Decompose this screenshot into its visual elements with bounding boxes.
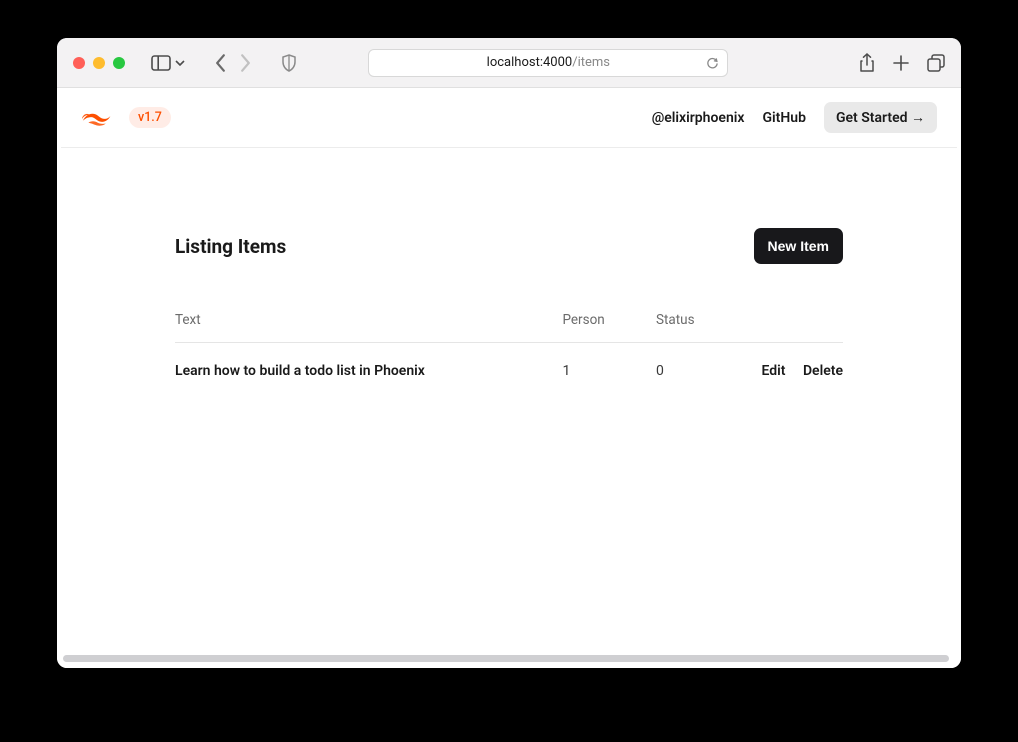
chevron-down-icon xyxy=(175,60,185,66)
cell-person: 1 xyxy=(562,343,656,380)
tabs-button[interactable] xyxy=(927,53,945,73)
table-header-row: Text Person Status xyxy=(175,312,843,343)
maximize-window-button[interactable] xyxy=(113,57,125,69)
nav-github-link[interactable]: GitHub xyxy=(763,110,806,126)
url-host: localhost:4000 xyxy=(487,55,573,70)
col-person: Person xyxy=(562,312,656,343)
browser-window: localhost:4000/items xyxy=(57,38,961,668)
cell-status: 0 xyxy=(656,343,743,380)
sidebar-toggle[interactable] xyxy=(151,55,185,71)
new-item-button[interactable]: New Item xyxy=(754,228,843,264)
phoenix-logo-icon xyxy=(81,107,115,129)
share-button[interactable] xyxy=(859,53,875,73)
plus-icon xyxy=(893,55,909,71)
chevron-left-icon xyxy=(215,54,226,72)
back-button[interactable] xyxy=(211,50,230,76)
nav-arrows xyxy=(211,50,255,76)
main-content: Listing Items New Item Text Person Statu… xyxy=(169,148,849,399)
brand: v1.7 xyxy=(81,107,171,129)
page-header: Listing Items New Item xyxy=(175,228,843,264)
sidebar-icon xyxy=(151,55,171,71)
app-header: v1.7 @elixirphoenix GitHub Get Started → xyxy=(61,88,957,148)
chevron-right-icon xyxy=(240,54,251,72)
col-text: Text xyxy=(175,312,562,343)
table-row[interactable]: Learn how to build a todo list in Phoeni… xyxy=(175,343,843,380)
share-icon xyxy=(859,53,875,73)
privacy-shield-button[interactable] xyxy=(281,54,297,72)
minimize-window-button[interactable] xyxy=(93,57,105,69)
forward-button[interactable] xyxy=(236,50,255,76)
address-bar[interactable]: localhost:4000/items xyxy=(368,49,728,77)
page-title: Listing Items xyxy=(175,235,286,258)
nav-twitter-link[interactable]: @elixirphoenix xyxy=(652,110,745,126)
new-tab-button[interactable] xyxy=(893,53,909,73)
version-badge: v1.7 xyxy=(129,107,171,128)
edit-link[interactable]: Edit xyxy=(761,363,785,379)
toolbar-right xyxy=(859,53,945,73)
browser-toolbar: localhost:4000/items xyxy=(57,38,961,88)
row-actions: Edit Delete xyxy=(743,343,843,380)
reload-icon xyxy=(706,56,719,70)
page-viewport: v1.7 @elixirphoenix GitHub Get Started →… xyxy=(57,88,961,668)
delete-link[interactable]: Delete xyxy=(803,363,843,379)
tabs-icon xyxy=(927,54,945,72)
col-actions xyxy=(743,312,843,343)
horizontal-scrollbar[interactable] xyxy=(63,655,949,662)
cell-text: Learn how to build a todo list in Phoeni… xyxy=(175,343,562,380)
phoenix-logo[interactable] xyxy=(81,107,115,129)
url-path: /items xyxy=(572,55,610,70)
col-status: Status xyxy=(656,312,743,343)
reload-button[interactable] xyxy=(706,56,719,70)
items-table: Text Person Status Learn how to build a … xyxy=(175,312,843,379)
get-started-button[interactable]: Get Started → xyxy=(824,102,937,133)
window-controls xyxy=(73,57,125,69)
shield-icon xyxy=(281,54,297,72)
close-window-button[interactable] xyxy=(73,57,85,69)
header-nav: @elixirphoenix GitHub Get Started → xyxy=(652,102,937,133)
